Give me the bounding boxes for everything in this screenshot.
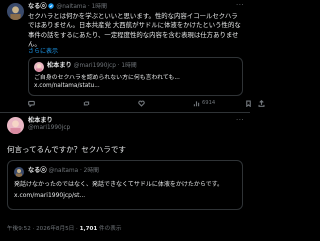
quote-link[interactable]: x.com/naltama/statu... xyxy=(34,83,100,91)
quote-body: ご自身のセクハラを認められない方に何も言われても... xyxy=(34,75,180,81)
quote-link[interactable]: x.com/mari1990jcp/st... xyxy=(14,192,85,200)
share-icon xyxy=(258,100,265,107)
tweet-footer: 午後9:52 · 2026年8月5日 · 1,701 件の表示 xyxy=(7,226,121,234)
quote-handle: @mari1990jcp · 1時間 xyxy=(73,63,137,69)
bookmark-icon xyxy=(246,100,252,107)
views-count: 1,701 xyxy=(79,226,98,232)
tweet-body: セクハラとは何かを学ぶといいと思います。性的な内容イコールセクハラではありません… xyxy=(28,12,241,48)
author-block: 松本まり @mari1990jcp xyxy=(28,117,70,133)
tweet-header: なるⓞ @naltama · 1時間 xyxy=(28,3,107,12)
quote-body: 発話けなかったのではなく、発話できなくてサドルに体液をかけたからです。 xyxy=(14,181,224,188)
quote-tweet[interactable]: 松本まり @mari1990jcp · 1時間 ご自身のセクハラを認められない方… xyxy=(28,57,243,96)
handle-and-time[interactable]: @naltama · 1時間 xyxy=(56,4,106,10)
quote-display-name: なるⓞ xyxy=(28,167,47,174)
tweet-body: 何言ってるんですか？セクハラです xyxy=(7,145,126,154)
display-name[interactable]: 松本まり xyxy=(28,117,70,125)
quote-avatar xyxy=(14,167,24,177)
bookmark-button[interactable] xyxy=(245,100,252,107)
share-button[interactable] xyxy=(258,100,265,107)
views-label: 件の表示 xyxy=(99,226,122,232)
timestamp[interactable]: 午後9:52 · 2026年8月5日 · xyxy=(7,226,78,232)
avatar-image xyxy=(7,3,24,20)
quote-avatar xyxy=(34,62,44,72)
more-options-icon[interactable]: ··· xyxy=(236,1,244,10)
avatar[interactable] xyxy=(7,117,24,134)
verified-badge-icon xyxy=(48,3,55,9)
quote-display-name: 松本まり xyxy=(47,62,72,69)
avatar[interactable] xyxy=(7,3,24,20)
handle[interactable]: @mari1990jcp xyxy=(28,125,70,133)
retweet-button[interactable] xyxy=(83,100,92,107)
tweet-actions: 6914 xyxy=(28,100,265,107)
retweet-icon xyxy=(83,101,90,106)
reply-icon xyxy=(28,100,35,107)
display-name[interactable]: なるⓞ xyxy=(28,3,47,10)
heart-icon xyxy=(138,100,145,107)
views-button[interactable]: 6914 xyxy=(193,100,215,107)
like-button[interactable] xyxy=(138,100,147,107)
views-count: 6914 xyxy=(202,100,216,106)
show-more-link[interactable]: さらに表示 xyxy=(28,48,58,56)
quote-handle: @naltama · 2時間 xyxy=(48,168,99,174)
avatar-image xyxy=(7,117,24,134)
reply-button[interactable] xyxy=(28,100,37,107)
divider xyxy=(0,112,250,113)
quote-tweet[interactable]: なるⓞ @naltama · 2時間 発話けなかったのではなく、発話できなくてサ… xyxy=(7,160,243,210)
more-options-icon[interactable]: ··· xyxy=(236,116,244,125)
views-icon xyxy=(193,101,200,107)
